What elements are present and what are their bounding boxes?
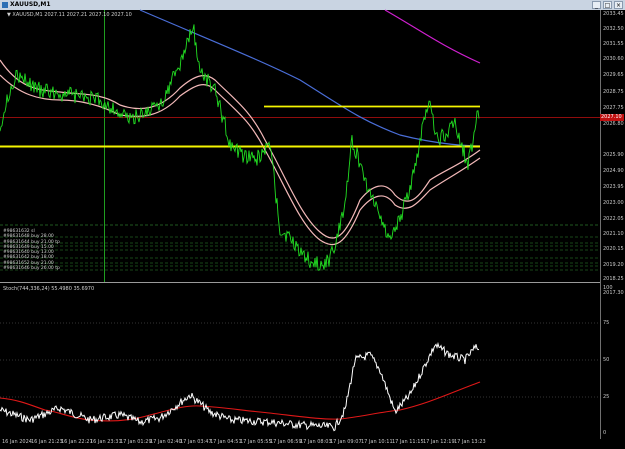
order-label[interactable]: #98631646 buy 26.00 tp — [3, 266, 60, 271]
current-price-tag: 2027.10 — [600, 114, 624, 121]
price-label: 2028.75 — [603, 89, 624, 95]
price-label: 2030.60 — [603, 56, 624, 62]
time-label: 17 Jan 05:55 — [240, 439, 272, 445]
stoch-level-label: 50 — [603, 357, 610, 363]
stoch-level-label: 25 — [603, 394, 610, 400]
time-label: 16 Jan 22:27 — [61, 439, 93, 445]
price-label: 2031.55 — [603, 41, 624, 47]
stoch-header: Stoch(744,336,24) 55.4980 35.6970 — [3, 286, 95, 292]
chart-canvas[interactable] — [0, 0, 625, 449]
time-label: 17 Jan 13:23 — [454, 439, 486, 445]
price-label: 2020.15 — [603, 246, 624, 252]
time-label: 17 Jan 12:19 — [423, 439, 455, 445]
time-label: 17 Jan 08:03 — [300, 439, 332, 445]
time-label: 17 Jan 09:07 — [330, 439, 362, 445]
time-label: 17 Jan 03:47 — [180, 439, 212, 445]
price-label: 2023.00 — [603, 200, 624, 206]
price-label: 2018.25 — [603, 276, 624, 282]
price-label: 2023.95 — [603, 184, 624, 190]
time-label: 17 Jan 04:51 — [210, 439, 242, 445]
time-axis[interactable]: 16 Jan 2024 16 Jan 21:23 16 Jan 22:27 16… — [0, 439, 600, 449]
price-label: 2022.05 — [603, 216, 624, 222]
time-label: 17 Jan 02:40 — [150, 439, 182, 445]
price-label: 2019.20 — [603, 262, 624, 268]
time-label: 17 Jan 11:15 — [392, 439, 424, 445]
ma-pink-slow-line — [0, 74, 481, 246]
time-label: 17 Jan 10:11 — [361, 439, 393, 445]
time-label: 16 Jan 21:23 — [31, 439, 63, 445]
price-label: 2033.45 — [603, 11, 624, 17]
stoch-signal-line — [0, 381, 481, 422]
order-level-lines[interactable] — [0, 224, 600, 271]
ma-magenta-line — [384, 9, 481, 64]
price-label: 2025.90 — [603, 152, 624, 158]
time-label: 16 Jan 23:31 — [90, 439, 122, 445]
order-label[interactable]: #98631648 buy 28.00 — [3, 234, 60, 239]
order-label[interactable]: #98631642 buy 18.00 — [3, 255, 60, 260]
main-chart-header: ▼ XAUUSD,M1 2027.11 2027.21 2027.10 2027… — [7, 12, 132, 18]
price-label: 2021.10 — [603, 231, 624, 237]
price-label: 2027.75 — [603, 105, 624, 111]
price-label: 2026.80 — [603, 121, 624, 127]
stoch-main-line — [0, 341, 480, 432]
ma-blue-line — [139, 9, 481, 147]
stoch-level-lines — [0, 322, 600, 398]
time-label: 17 Jan 01:29 — [120, 439, 152, 445]
order-labels: #98631632 sl #98631648 buy 28.00 #986316… — [3, 229, 60, 271]
price-axis[interactable]: 2033.45 2032.50 2031.55 2030.60 2029.65 … — [601, 10, 625, 439]
time-label: 16 Jan 2024 — [2, 439, 32, 445]
price-label: 2032.50 — [603, 26, 624, 32]
stoch-level-label: 0 — [603, 430, 607, 436]
stoch-level-label: 75 — [603, 320, 610, 326]
price-label: 2029.65 — [603, 72, 624, 78]
stoch-level-label: 100 — [603, 285, 613, 291]
time-label: 17 Jan 06:59 — [270, 439, 302, 445]
price-label: 2024.90 — [603, 168, 624, 174]
